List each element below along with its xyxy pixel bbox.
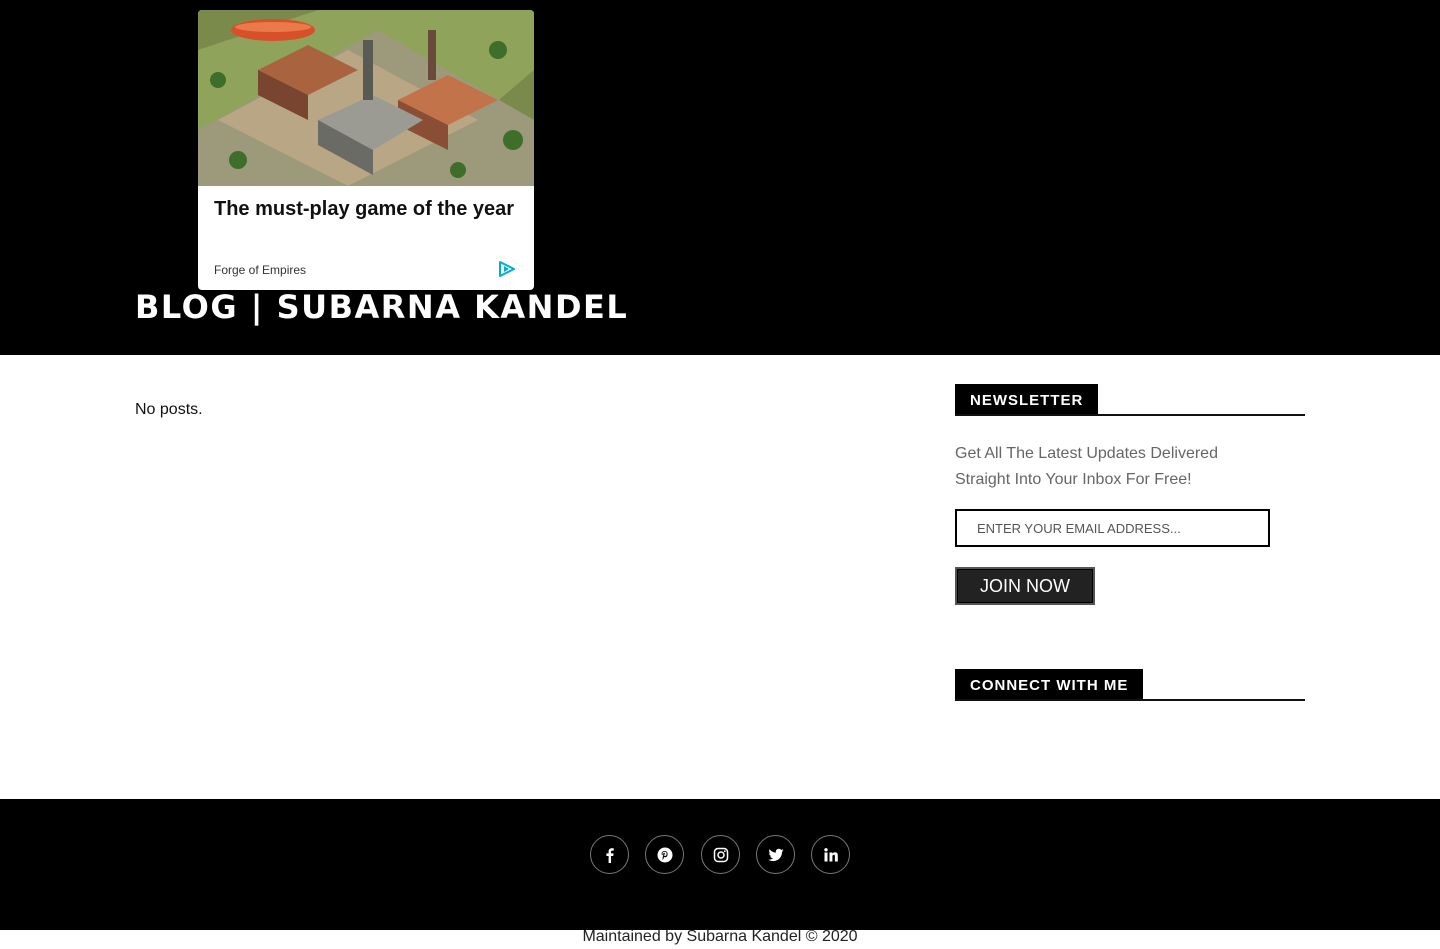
connect-title: CONNECT WITH ME — [955, 669, 1144, 699]
ad-source[interactable]: Forge of Empires — [214, 263, 306, 277]
instagram-icon — [713, 847, 728, 862]
facebook-link[interactable] — [590, 835, 629, 874]
email-field[interactable] — [955, 509, 1270, 547]
linkedin-icon — [823, 847, 838, 861]
newsletter-widget-header: NEWSLETTER — [955, 384, 1305, 416]
site-title[interactable]: BLOG | SUBARNA KANDEL — [135, 288, 628, 326]
facebook-icon — [605, 847, 614, 863]
copyright-text: Maintained by Subarna Kandel © 2020 — [582, 928, 858, 945]
connect-widget-header: CONNECT WITH ME — [955, 669, 1305, 701]
ad-image[interactable] — [198, 10, 534, 186]
empty-posts-message: No posts. — [135, 401, 203, 418]
ad-headline[interactable]: The must-play game of the year — [214, 196, 524, 222]
twitter-link[interactable] — [756, 835, 795, 874]
ad-choices-icon[interactable] — [498, 261, 516, 277]
ad-card[interactable]: The must-play game of the year Forge of … — [198, 10, 534, 290]
site-header: The must-play game of the year Forge of … — [0, 0, 1440, 355]
linkedin-link[interactable] — [811, 835, 850, 874]
pinterest-icon — [657, 847, 672, 862]
instagram-link[interactable] — [701, 835, 740, 874]
pinterest-link[interactable] — [645, 835, 684, 874]
newsletter-description: Get All The Latest Updates Delivered Str… — [955, 445, 1218, 488]
newsletter-title: NEWSLETTER — [955, 384, 1099, 414]
twitter-icon — [768, 848, 783, 861]
join-now-button[interactable]: JOIN NOW — [955, 567, 1095, 605]
